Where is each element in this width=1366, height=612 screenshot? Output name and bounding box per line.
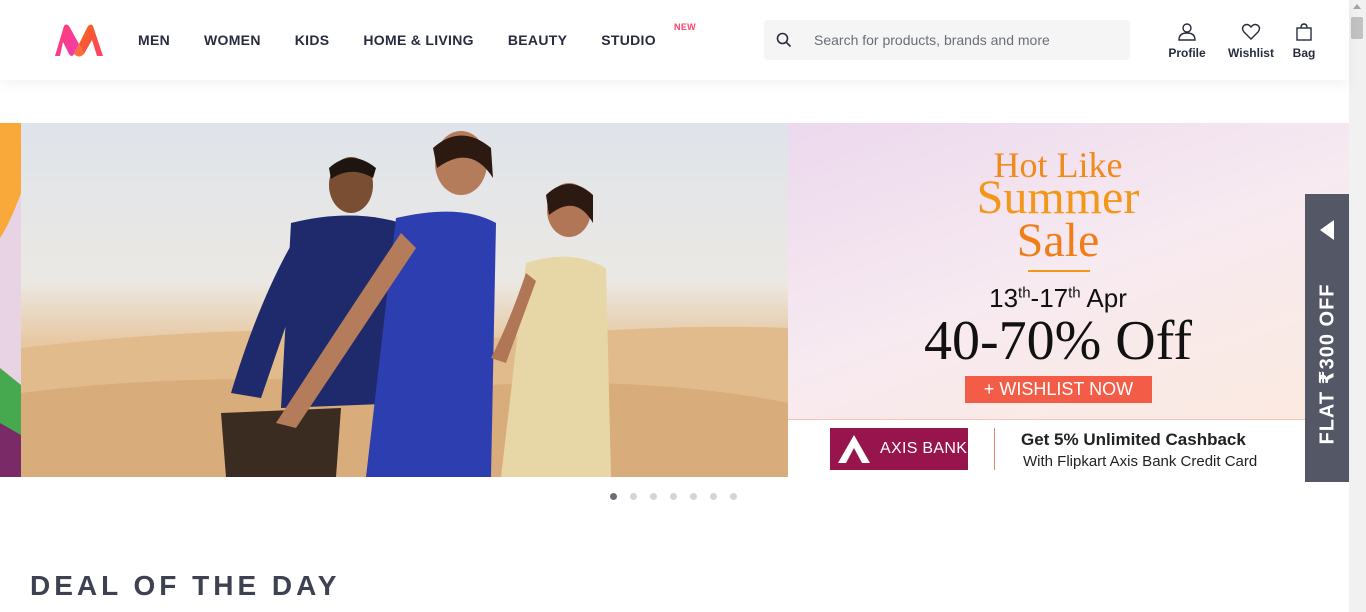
profile-button[interactable]: Profile — [1165, 22, 1209, 60]
page-scrollbar[interactable] — [1349, 0, 1366, 612]
wishlist-button[interactable]: Wishlist — [1227, 22, 1275, 60]
carousel-dot[interactable] — [710, 493, 717, 500]
promo-date-month: Apr — [1080, 283, 1127, 313]
new-badge: NEW — [674, 22, 696, 32]
collapse-arrow-icon[interactable] — [1320, 220, 1334, 240]
carousel-dot[interactable] — [730, 493, 737, 500]
hero-banner[interactable]: Hot Like Summer Sale 13th-17th Apr 40-70… — [0, 123, 1349, 477]
bank-offer-strip[interactable]: AXIS BANK Get 5% Unlimited Cashback With… — [788, 419, 1307, 477]
nav-studio[interactable]: STUDIO NEW — [584, 22, 696, 48]
carousel-dot[interactable] — [690, 493, 697, 500]
bank-divider — [994, 428, 995, 470]
nav-women-label: WOMEN — [204, 32, 261, 48]
flat-offer-tab[interactable]: FLAT ₹300 OFF — [1305, 194, 1349, 482]
promo-headline-sale: Sale — [1016, 214, 1100, 267]
promo-discount: 40-70% Off — [923, 310, 1193, 372]
bag-label: Bag — [1292, 46, 1316, 60]
nav-beauty-label: BEAUTY — [507, 32, 568, 48]
hero-photo — [21, 123, 788, 477]
bag-button[interactable]: Bag — [1289, 22, 1319, 60]
promo-date-start: 13 — [989, 283, 1019, 313]
axis-bank-logo: AXIS BANK — [830, 428, 968, 470]
axis-bank-icon — [838, 435, 870, 463]
promo-date-end: -17 — [1030, 283, 1069, 313]
nav-men[interactable]: MEN — [121, 32, 187, 48]
search-input[interactable] — [814, 32, 1124, 48]
myntra-logo[interactable] — [52, 20, 106, 60]
carousel-dots — [610, 493, 750, 500]
left-decoration — [0, 123, 30, 477]
search-icon[interactable] — [764, 20, 804, 60]
nav-studio-label: STUDIO — [601, 32, 656, 48]
nav-men-label: MEN — [138, 32, 171, 48]
nav-beauty[interactable]: BEAUTY — [491, 32, 584, 48]
nav-women[interactable]: WOMEN — [187, 32, 278, 48]
bag-icon — [1296, 23, 1312, 41]
scroll-up-arrow-icon[interactable] — [1353, 4, 1361, 9]
carousel-dot[interactable] — [670, 493, 677, 500]
carousel-dot[interactable] — [630, 493, 637, 500]
promo-divider — [1028, 270, 1090, 272]
wishlist-label: Wishlist — [1228, 46, 1274, 60]
wishlist-now-button[interactable]: + WISHLIST NOW — [965, 376, 1152, 403]
bank-offer-subtitle: With Flipkart Axis Bank Credit Card — [1023, 453, 1258, 470]
carousel-dot[interactable] — [650, 493, 657, 500]
profile-label: Profile — [1168, 46, 1206, 60]
header-actions: Profile Wishlist Bag — [1165, 22, 1319, 60]
nav-home-living-label: HOME & LIVING — [363, 32, 474, 48]
search-bar — [764, 20, 1130, 60]
promo-date-end-suffix: th — [1068, 284, 1081, 302]
user-icon — [1178, 23, 1196, 41]
bank-offer-title: Get 5% Unlimited Cashback — [1021, 430, 1246, 449]
scroll-thumb[interactable] — [1351, 17, 1363, 39]
flat-offer-label: FLAT ₹300 OFF — [1316, 283, 1339, 445]
promo-date-start-suffix: th — [1018, 284, 1031, 302]
carousel-dot[interactable] — [610, 493, 617, 500]
nav-home-living[interactable]: HOME & LIVING — [346, 32, 490, 48]
main-nav: MEN WOMEN KIDS HOME & LIVING BEAUTY STUD… — [121, 0, 696, 80]
heart-icon — [1241, 23, 1261, 40]
nav-kids-label: KIDS — [294, 32, 330, 48]
promo-panel: Hot Like Summer Sale 13th-17th Apr 40-70… — [788, 123, 1349, 477]
site-header: MEN WOMEN KIDS HOME & LIVING BEAUTY STUD… — [0, 0, 1349, 80]
axis-bank-name: AXIS BANK — [880, 440, 968, 457]
deal-of-the-day-title: DEAL OF THE DAY — [30, 570, 341, 601]
nav-kids[interactable]: KIDS — [278, 32, 347, 48]
